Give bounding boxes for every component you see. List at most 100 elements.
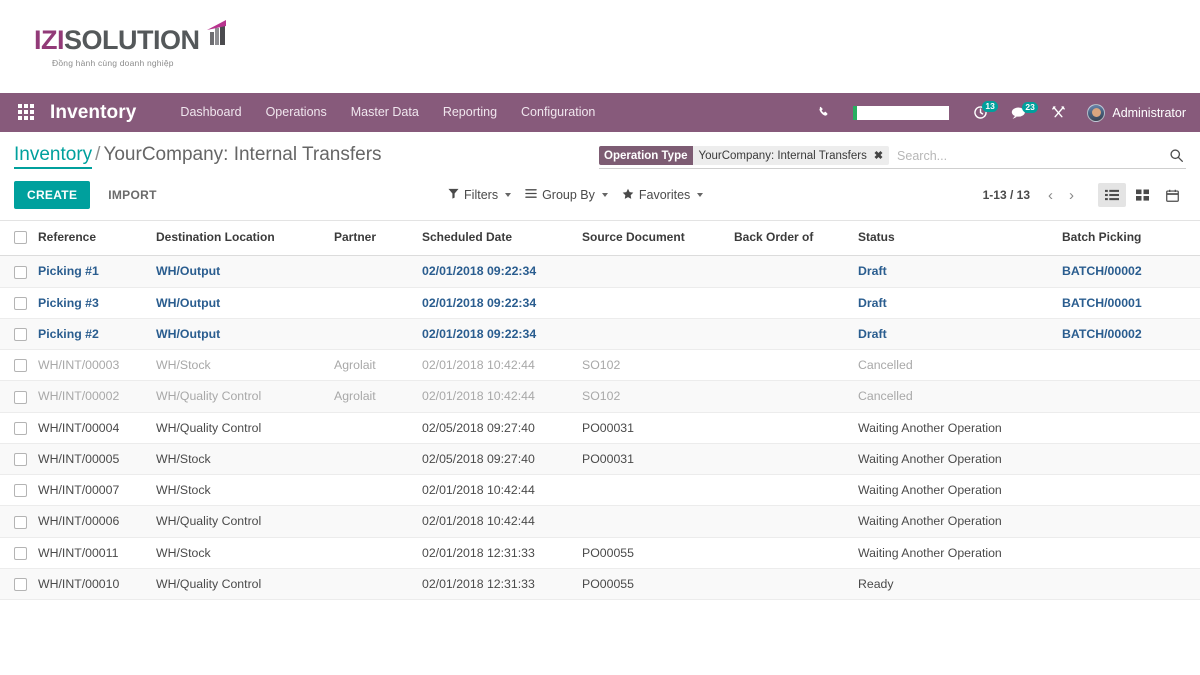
view-switcher bbox=[1098, 183, 1186, 207]
column-header-scheduled-date[interactable]: Scheduled Date bbox=[418, 221, 578, 256]
filter-icon bbox=[448, 188, 459, 202]
column-header-status[interactable]: Status bbox=[854, 221, 1058, 256]
search-input[interactable] bbox=[889, 147, 1169, 165]
table-row[interactable]: WH/INT/00006WH/Quality Control02/01/2018… bbox=[0, 506, 1200, 537]
select-all-checkbox[interactable] bbox=[14, 231, 27, 244]
top-navbar: Inventory Dashboard Operations Master Da… bbox=[0, 93, 1200, 132]
logo-tagline: Đồng hành cùng doanh nghiệp bbox=[52, 58, 230, 68]
chevron-left-icon[interactable]: ‹ bbox=[1040, 187, 1061, 204]
table-row[interactable]: WH/INT/00004WH/Quality Control02/05/2018… bbox=[0, 412, 1200, 443]
cell-batch-picking bbox=[1058, 350, 1200, 381]
table-row[interactable]: Picking #3WH/Output02/01/2018 09:22:34Dr… bbox=[0, 287, 1200, 318]
filters-dropdown[interactable]: Filters bbox=[448, 188, 511, 202]
cell-destination-location: WH/Output bbox=[152, 287, 330, 318]
user-menu[interactable]: Administrator bbox=[1077, 104, 1186, 122]
calendar-view-icon[interactable] bbox=[1158, 183, 1186, 207]
row-checkbox[interactable] bbox=[14, 453, 27, 466]
menu-item-configuration[interactable]: Configuration bbox=[509, 93, 607, 132]
row-select-cell bbox=[0, 287, 34, 318]
cell-source-document bbox=[578, 506, 730, 537]
table-row[interactable]: Picking #1WH/Output02/01/2018 09:22:34Dr… bbox=[0, 256, 1200, 287]
group-by-dropdown[interactable]: Group By bbox=[525, 188, 608, 202]
column-header-source-document[interactable]: Source Document bbox=[578, 221, 730, 256]
menu-item-reporting[interactable]: Reporting bbox=[431, 93, 509, 132]
import-button[interactable]: IMPORT bbox=[96, 181, 168, 209]
row-checkbox[interactable] bbox=[14, 328, 27, 341]
cell-status: Cancelled bbox=[854, 350, 1058, 381]
column-header-back-order-of[interactable]: Back Order of bbox=[730, 221, 854, 256]
cell-destination-location: WH/Stock bbox=[152, 443, 330, 474]
kanban-view-icon[interactable] bbox=[1128, 183, 1156, 207]
column-header-destination-location[interactable]: Destination Location bbox=[152, 221, 330, 256]
close-icon[interactable]: ✖ bbox=[874, 149, 883, 162]
menu-item-master-data[interactable]: Master Data bbox=[339, 93, 431, 132]
column-header-reference[interactable]: Reference bbox=[34, 221, 152, 256]
cell-status: Draft bbox=[854, 318, 1058, 349]
search-dropdowns: Filters Group By bbox=[448, 188, 703, 203]
cell-source-document bbox=[578, 475, 730, 506]
cell-back-order-of bbox=[730, 537, 854, 568]
logo-chart-icon bbox=[202, 19, 230, 47]
menu-item-dashboard[interactable]: Dashboard bbox=[168, 93, 253, 132]
phone-icon[interactable] bbox=[806, 106, 841, 119]
table-row[interactable]: WH/INT/00011WH/Stock02/01/2018 12:31:33P… bbox=[0, 537, 1200, 568]
systray: 13 23 Administrator bbox=[806, 104, 1186, 122]
cell-batch-picking bbox=[1058, 475, 1200, 506]
cell-destination-location: WH/Quality Control bbox=[152, 412, 330, 443]
cell-partner bbox=[330, 287, 418, 318]
control-panel-buttons: CREATE IMPORT Filters bbox=[14, 169, 1186, 220]
cell-reference: WH/INT/00006 bbox=[34, 506, 152, 537]
cell-partner bbox=[330, 475, 418, 506]
messages-icon[interactable]: 23 bbox=[1000, 105, 1040, 120]
breadcrumb-root[interactable]: Inventory bbox=[14, 144, 92, 169]
cell-scheduled-date: 02/01/2018 09:22:34 bbox=[418, 256, 578, 287]
row-checkbox[interactable] bbox=[14, 547, 27, 560]
row-select-cell bbox=[0, 537, 34, 568]
table-row[interactable]: WH/INT/00002WH/Quality ControlAgrolait02… bbox=[0, 381, 1200, 412]
table-row[interactable]: WH/INT/00003WH/StockAgrolait02/01/2018 1… bbox=[0, 350, 1200, 381]
cell-source-document bbox=[578, 256, 730, 287]
row-checkbox[interactable] bbox=[14, 516, 27, 529]
list-view-icon[interactable] bbox=[1098, 183, 1126, 207]
row-checkbox[interactable] bbox=[14, 578, 27, 591]
table-row[interactable]: WH/INT/00005WH/Stock02/05/2018 09:27:40P… bbox=[0, 443, 1200, 474]
chevron-down-icon bbox=[602, 193, 608, 197]
column-header-partner[interactable]: Partner bbox=[330, 221, 418, 256]
row-checkbox[interactable] bbox=[14, 391, 27, 404]
apps-menu-icon[interactable] bbox=[18, 104, 36, 122]
row-checkbox[interactable] bbox=[14, 422, 27, 435]
row-checkbox[interactable] bbox=[14, 297, 27, 310]
cell-scheduled-date: 02/01/2018 10:42:44 bbox=[418, 475, 578, 506]
row-select-cell bbox=[0, 256, 34, 287]
favorites-dropdown[interactable]: Favorites bbox=[622, 188, 703, 203]
cell-destination-location: WH/Stock bbox=[152, 537, 330, 568]
row-checkbox[interactable] bbox=[14, 266, 27, 279]
row-checkbox[interactable] bbox=[14, 359, 27, 372]
cell-back-order-of bbox=[730, 318, 854, 349]
chevron-right-icon[interactable]: › bbox=[1061, 187, 1082, 204]
cell-reference: Picking #3 bbox=[34, 287, 152, 318]
clock-icon[interactable]: 13 bbox=[961, 104, 1000, 121]
search-icon[interactable] bbox=[1169, 148, 1186, 163]
table-row[interactable]: WH/INT/00010WH/Quality Control02/01/2018… bbox=[0, 568, 1200, 599]
menu-item-operations[interactable]: Operations bbox=[254, 93, 339, 132]
search-facet-operation-type[interactable]: Operation Type YourCompany: Internal Tra… bbox=[599, 146, 889, 165]
facet-value-text: YourCompany: Internal Transfers bbox=[699, 150, 867, 162]
table-body: Picking #1WH/Output02/01/2018 09:22:34Dr… bbox=[0, 256, 1200, 600]
cell-scheduled-date: 02/01/2018 12:31:33 bbox=[418, 568, 578, 599]
create-button[interactable]: CREATE bbox=[14, 181, 90, 209]
logo-text-solution: SOLUTION bbox=[64, 25, 200, 56]
app-name[interactable]: Inventory bbox=[50, 102, 136, 124]
column-header-batch-picking[interactable]: Batch Picking bbox=[1058, 221, 1200, 256]
table-row[interactable]: Picking #2WH/Output02/01/2018 09:22:34Dr… bbox=[0, 318, 1200, 349]
row-checkbox[interactable] bbox=[14, 484, 27, 497]
cell-scheduled-date: 02/01/2018 09:22:34 bbox=[418, 318, 578, 349]
cell-batch-picking bbox=[1058, 537, 1200, 568]
records-table: Reference Destination Location Partner S… bbox=[0, 220, 1200, 600]
table-header-row: Reference Destination Location Partner S… bbox=[0, 221, 1200, 256]
cell-batch-picking bbox=[1058, 443, 1200, 474]
cell-back-order-of bbox=[730, 443, 854, 474]
wrench-icon[interactable] bbox=[1040, 105, 1077, 120]
table-row[interactable]: WH/INT/00007WH/Stock02/01/2018 10:42:44W… bbox=[0, 475, 1200, 506]
cell-reference: WH/INT/00007 bbox=[34, 475, 152, 506]
